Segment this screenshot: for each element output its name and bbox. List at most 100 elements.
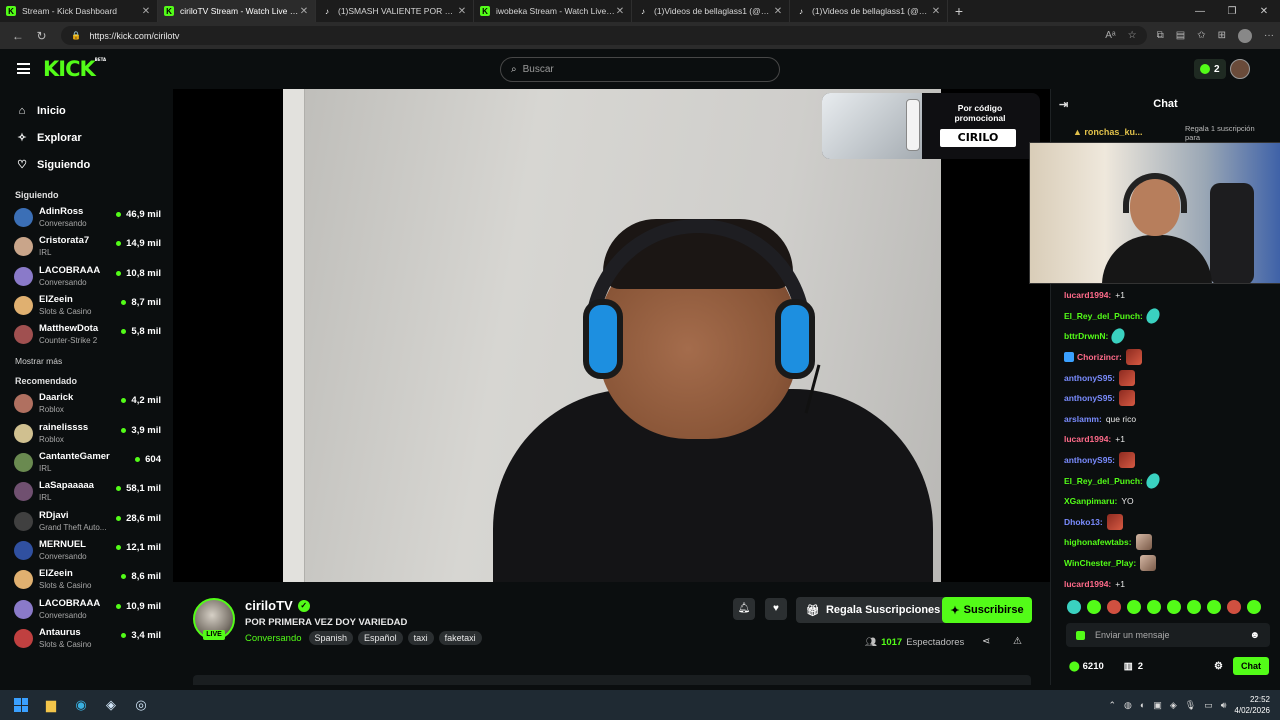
- emote-icon[interactable]: [1107, 600, 1121, 614]
- channel-item[interactable]: rainelissss Roblox 3,9 mil: [0, 420, 173, 449]
- stream-video-frame[interactable]: [283, 89, 941, 582]
- chat-username[interactable]: highonafewtabs:: [1064, 537, 1132, 547]
- back-button[interactable]: ←: [6, 29, 30, 43]
- volume-icon[interactable]: 🔊︎: [1221, 700, 1227, 711]
- browser-tab[interactable]: KciriloTV Stream - Watch Live on Ki ✕: [158, 0, 316, 22]
- chat-username[interactable]: arslamm:: [1064, 414, 1102, 424]
- emote-icon[interactable]: [1167, 600, 1181, 614]
- stream-tag[interactable]: Spanish: [308, 631, 354, 645]
- tray-steam-icon[interactable]: ◈: [1170, 700, 1177, 711]
- browser-tab[interactable]: ♪ (1)Videos de bellaglass1 (@bellag ✕: [790, 0, 948, 22]
- bell-icon[interactable]: 🔔︎: [733, 598, 755, 620]
- search-bar[interactable]: ⌕: [500, 57, 780, 82]
- emote-icon[interactable]: [1147, 600, 1161, 614]
- tab-close-icon[interactable]: ✕: [931, 6, 941, 17]
- chat-username[interactable]: anthonyS95:: [1064, 393, 1115, 403]
- follow-heart-icon[interactable]: ♥: [765, 598, 787, 620]
- refresh-button[interactable]: ↻: [30, 29, 54, 43]
- channel-item[interactable]: CantanteGamer IRL 604: [0, 449, 173, 478]
- smiley-icon[interactable]: ☻: [1249, 630, 1260, 641]
- channel-item[interactable]: LACOBRAAA Conversando 10,8 mil: [0, 263, 173, 292]
- chat-username[interactable]: Chorizincr:: [1077, 352, 1122, 362]
- chat-username[interactable]: lucard1994:: [1064, 434, 1111, 444]
- favorites-icon[interactable]: ✩: [1197, 30, 1205, 41]
- sub-count[interactable]: ▥ 2: [1124, 661, 1143, 672]
- chat-username[interactable]: lucard1994:: [1064, 290, 1111, 300]
- obs-icon[interactable]: ◎: [126, 690, 156, 720]
- tray-app-icon[interactable]: ◐: [1140, 700, 1145, 710]
- split-screen-icon[interactable]: ▤: [1176, 30, 1185, 41]
- chat-username[interactable]: XGanpimaru:: [1064, 496, 1117, 506]
- kick-logo[interactable]: KICKBETA: [43, 57, 106, 81]
- tab-close-icon[interactable]: ✕: [457, 6, 467, 17]
- tab-close-icon[interactable]: ✕: [141, 6, 151, 17]
- chat-username[interactable]: anthonyS95:: [1064, 373, 1115, 383]
- favorite-star-icon[interactable]: ☆: [1128, 30, 1137, 41]
- channel-item[interactable]: Antaurus Slots & Casino 3,4 mil: [0, 625, 173, 654]
- report-icon[interactable]: ⚠: [1013, 636, 1022, 647]
- notifications-badge[interactable]: 2: [1194, 59, 1226, 79]
- channel-points[interactable]: ⬤ 6210: [1069, 661, 1104, 672]
- emote-picker-icon[interactable]: [1076, 630, 1085, 640]
- extensions-icon[interactable]: ⧉: [1157, 30, 1164, 41]
- channel-item[interactable]: MatthewDota Counter-Strike 2 5,8 mil: [0, 321, 173, 350]
- new-tab-button[interactable]: +: [948, 3, 970, 19]
- read-aloud-icon[interactable]: Aᵃ: [1105, 30, 1115, 41]
- network-icon[interactable]: ▭: [1204, 700, 1213, 711]
- pinned-gifter[interactable]: ▲ ronchas_ku...: [1073, 127, 1142, 137]
- edge-browser-icon[interactable]: ◉: [66, 690, 96, 720]
- nav-item-inicio[interactable]: ⌂ Inicio: [0, 97, 173, 124]
- emote-icon[interactable]: [1207, 600, 1221, 614]
- nav-item-siguiendo[interactable]: ♡ Siguiendo: [0, 151, 173, 178]
- chat-input-box[interactable]: ☻: [1066, 623, 1270, 647]
- channel-item[interactable]: ElZeein Slots & Casino 8,6 mil: [0, 566, 173, 595]
- tray-overflow-icon[interactable]: ⌃: [1109, 700, 1117, 711]
- menu-icon[interactable]: [17, 63, 30, 74]
- channel-item[interactable]: MERNUEL Conversando 12,1 mil: [0, 537, 173, 566]
- emote-icon[interactable]: [1187, 600, 1201, 614]
- channel-item[interactable]: LaSapaaaaa IRL 58,1 mil: [0, 478, 173, 507]
- chat-username[interactable]: bttrDrwnN:: [1064, 331, 1108, 341]
- channel-item[interactable]: Daarick Roblox 4,2 mil: [0, 390, 173, 419]
- emote-icon[interactable]: [1227, 600, 1241, 614]
- clock[interactable]: 22:52 4/02/2026: [1234, 694, 1270, 716]
- chat-settings-icon[interactable]: ⚙: [1214, 661, 1223, 672]
- browser-tab[interactable]: K Stream - Kick Dashboard ✕: [0, 0, 158, 22]
- stream-tag[interactable]: Español: [358, 631, 403, 645]
- microphone-icon[interactable]: 🎙︎: [1185, 700, 1196, 711]
- browser-tab[interactable]: ♪ (1)Videos de bellaglass1 (@bellag ✕: [632, 0, 790, 22]
- show-more-link[interactable]: Mostrar más: [0, 350, 173, 372]
- steam-icon[interactable]: ◈: [96, 690, 126, 720]
- tray-app-icon[interactable]: ▣: [1153, 700, 1162, 711]
- minimize-button[interactable]: —: [1184, 6, 1216, 17]
- category-link[interactable]: Conversando: [245, 633, 302, 644]
- restore-button[interactable]: ❐: [1216, 6, 1248, 17]
- send-chat-button[interactable]: Chat: [1233, 657, 1269, 675]
- channel-item[interactable]: ElZeein Slots & Casino 8,7 mil: [0, 292, 173, 321]
- chat-message-input[interactable]: [1095, 630, 1240, 640]
- collapse-chat-icon[interactable]: ⇥: [1059, 98, 1068, 111]
- channel-name[interactable]: ciriloTV: [245, 598, 293, 613]
- channel-item[interactable]: Cristorata7 IRL 14,9 mil: [0, 233, 173, 262]
- url-bar[interactable]: 🔒 https://kick.com/cirilotv Aᵃ ☆: [61, 26, 1147, 45]
- emote-icon[interactable]: [1067, 600, 1081, 614]
- user-avatar[interactable]: [1230, 59, 1250, 79]
- stream-tag[interactable]: faketaxi: [438, 631, 482, 645]
- chat-username[interactable]: El_Rey_del_Punch:: [1064, 311, 1143, 321]
- collections-icon[interactable]: ⊞: [1218, 30, 1226, 41]
- stream-tag[interactable]: taxi: [407, 631, 434, 645]
- tab-close-icon[interactable]: ✕: [299, 6, 309, 17]
- chat-username[interactable]: anthonyS95:: [1064, 455, 1115, 465]
- file-explorer-icon[interactable]: ▆: [36, 690, 66, 720]
- search-input[interactable]: [522, 64, 769, 75]
- emote-icon[interactable]: [1087, 600, 1101, 614]
- browser-tab[interactable]: ♪ (1)SMASH VALIENTE POR PANTAL✕: [316, 0, 474, 22]
- gift-subs-button[interactable]: 🎁︎ Regala Suscripciones: [796, 597, 951, 623]
- channel-item[interactable]: AdinRoss Conversando 46,9 mil: [0, 204, 173, 233]
- video-player[interactable]: Por código promocional CIRILO: [173, 89, 1050, 582]
- chat-username[interactable]: Dhoko13:: [1064, 517, 1103, 527]
- chat-username[interactable]: El_Rey_del_Punch:: [1064, 476, 1143, 486]
- browser-profile-avatar[interactable]: [1238, 28, 1252, 43]
- emote-icon[interactable]: [1247, 600, 1261, 614]
- tab-close-icon[interactable]: ✕: [615, 6, 625, 17]
